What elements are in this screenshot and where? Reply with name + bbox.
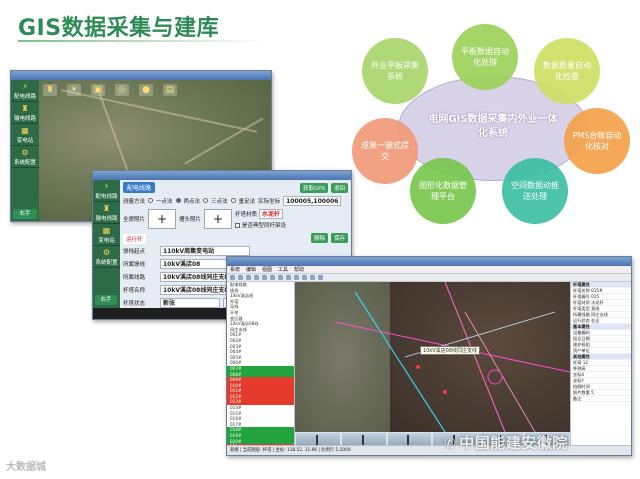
tool-icon[interactable]	[294, 275, 299, 280]
menu-bar: 系统 编辑 视图 工具 帮助	[227, 266, 631, 274]
marker-icon[interactable]: ●	[139, 84, 153, 96]
radio-perpendicular[interactable]	[230, 198, 236, 203]
save-button[interactable]: 保存	[330, 232, 348, 243]
property-panel[interactable]: 杆塔属性 杆塔名称 015# 杆塔编号 015 杆塔材质 水泥杆 杆塔类型 直线 所属线路…	[570, 282, 631, 445]
form-header: 配电线路 获取GPS 退回	[123, 182, 348, 193]
watermark-right: ✆ 中国能建安徽院	[444, 434, 568, 452]
sidebar-item-substation[interactable]: ▦ 变电站	[11, 124, 39, 146]
desktop-gis-window: 系统 编辑 视图 工具 帮助 配电线路 馈线 10kV溪店线 杆塔 导线 开关 …	[226, 256, 632, 456]
tool-icon[interactable]	[310, 275, 315, 280]
get-gps-button[interactable]: 获取GPS	[299, 182, 328, 193]
sidebar-item-distribution[interactable]: ⚡ 配电线路	[11, 80, 39, 102]
tower-icon: ♜	[102, 204, 111, 213]
sidebar-item-distribution[interactable]: ⚡ 配电线路	[93, 180, 120, 202]
substation-icon: ▦	[102, 226, 111, 235]
coord-field[interactable]: 100005,100006	[283, 195, 342, 206]
system-diagram: 外业平板采集系统 平板数据自动化处理 数据质量自动化检查 PMS台帐自动化核对 …	[350, 18, 635, 224]
radio-one-point[interactable]	[148, 198, 154, 203]
back-button[interactable]: 右手	[13, 209, 37, 219]
tool-icon[interactable]	[286, 275, 291, 280]
circle-quality-check: 数据质量自动化检查	[534, 38, 600, 104]
pole-material-field[interactable]: 水泥杆	[259, 209, 284, 219]
lock-icon[interactable]: ▣	[91, 84, 105, 96]
sidebar-item-transmission[interactable]: ♜ 输电线路	[93, 202, 120, 224]
substation-icon: ▦	[21, 126, 29, 135]
add-pole-photo-button[interactable]: +	[204, 209, 233, 229]
tool-icon[interactable]	[230, 275, 235, 280]
return-button[interactable]: 退回	[330, 182, 348, 193]
delete-button[interactable]: 删除	[310, 232, 328, 243]
radio-three-point[interactable]	[203, 198, 209, 203]
property-row[interactable]: 备注	[571, 396, 631, 402]
tab-running-pole[interactable]: 运行杆	[123, 234, 146, 244]
tool-icon[interactable]	[262, 275, 267, 280]
tool-icon[interactable]	[270, 275, 275, 280]
tool-icon[interactable]	[302, 275, 307, 280]
form-tabs: 运行杆	[123, 234, 146, 244]
pole-icon: ⚡	[22, 82, 28, 91]
power-lines-overlay	[334, 282, 570, 432]
tool-icon[interactable]	[278, 275, 283, 280]
sidebar-item-transmission[interactable]: ♜ 输电线路	[11, 102, 39, 124]
sidebar-item-substation[interactable]: ▦ 变电站	[93, 224, 120, 246]
gear-icon: ⚙	[102, 248, 111, 257]
photo-row: 全貌照片 + 槽头照片 + 杆塔材质 水泥杆 是否典型同杆架设	[123, 209, 287, 229]
core-system-label: 电网GIS数据采集内外业一体化系统	[428, 114, 558, 139]
tool-icon[interactable]	[318, 275, 323, 280]
pole-icon: ⚡	[103, 182, 110, 191]
layer-tree[interactable]: 配电线路 馈线 10kV溪店线 杆塔 导线 开关 变压器 10kV溪店08线 同…	[227, 282, 295, 445]
gear-icon: ⚙	[21, 148, 29, 157]
circle-field-collection: 外业平板采集系统	[362, 38, 428, 104]
window-titlebar	[11, 71, 271, 80]
status-bar: 就绪 | 当前图层: 杆塔 | 坐标: 118.52, 31.86 | 比例尺 …	[227, 445, 631, 455]
circle-graphic-platform: 图形化数据管理平台	[410, 158, 476, 224]
circle-auto-processing: 平板数据自动化处理	[452, 24, 518, 90]
sidebar-item-settings[interactable]: ⚙ 系统配置	[93, 246, 120, 268]
layers-icon[interactable]: ▤	[163, 84, 177, 96]
tablet-sidebar: ⚡ 配电线路 ♜ 输电线路 ▦ 变电站 ⚙ 系统配置	[11, 80, 39, 221]
tool-icon[interactable]	[254, 275, 259, 280]
tower-tool-icon[interactable]: ♜	[43, 84, 57, 96]
radio-two-point[interactable]	[175, 198, 181, 203]
add-whole-photo-button[interactable]: +	[148, 209, 177, 229]
back-button[interactable]: 右手	[95, 295, 117, 305]
window-titlebar	[93, 171, 351, 180]
map-tooltip: 10kV溪店08线同庄支线	[420, 346, 481, 355]
menu-help[interactable]: 帮助	[294, 266, 304, 273]
sidebar-item-settings[interactable]: ⚙ 系统配置	[11, 146, 39, 168]
watermark-left: 大数据城	[6, 462, 46, 473]
gis-map-view[interactable]: 10kV溪店08线同庄支线	[295, 282, 570, 432]
tab-action-row: 运行杆 删除 保存	[123, 232, 348, 244]
menu-view[interactable]: 视图	[262, 266, 272, 273]
circle-spatial-push: 空间数据动推送处理	[502, 158, 568, 224]
circle-pms-check: PMS台帐自动化核对	[564, 108, 630, 174]
start-field[interactable]: 110kV周集变电站	[160, 245, 250, 256]
tool-icon[interactable]	[238, 275, 243, 280]
slide-title: GIS数据采集与建库	[18, 16, 220, 41]
pole-tool-icon[interactable]: ✶	[67, 84, 81, 96]
toolbar	[227, 274, 631, 282]
tower-icon: ♜	[21, 104, 29, 113]
same-pole-checkbox[interactable]	[235, 222, 241, 228]
tool-icon[interactable]	[246, 275, 251, 280]
target-icon[interactable]: ◎	[115, 84, 129, 96]
window-titlebar	[227, 257, 631, 266]
menu-system[interactable]: 系统	[230, 266, 240, 273]
map-toolbar: ♜ ✶ ▣ ◎ ● ▤	[43, 84, 177, 98]
pole-status-field[interactable]: 新张	[160, 297, 220, 308]
survey-method-row: 测量方法 一点法 两点法 三点法 垂足法 实际坐标 100005,100006	[123, 195, 348, 206]
title-underline	[18, 40, 268, 42]
menu-edit[interactable]: 编辑	[246, 266, 256, 273]
start-row: 馈线起点 110kV周集变电站	[123, 245, 348, 256]
form-tab-title: 配电线路	[123, 182, 156, 193]
menu-tools[interactable]: 工具	[278, 266, 288, 273]
wechat-icon: ✆	[444, 436, 457, 452]
circle-one-click-submit: 成果一键式提交	[352, 118, 418, 184]
